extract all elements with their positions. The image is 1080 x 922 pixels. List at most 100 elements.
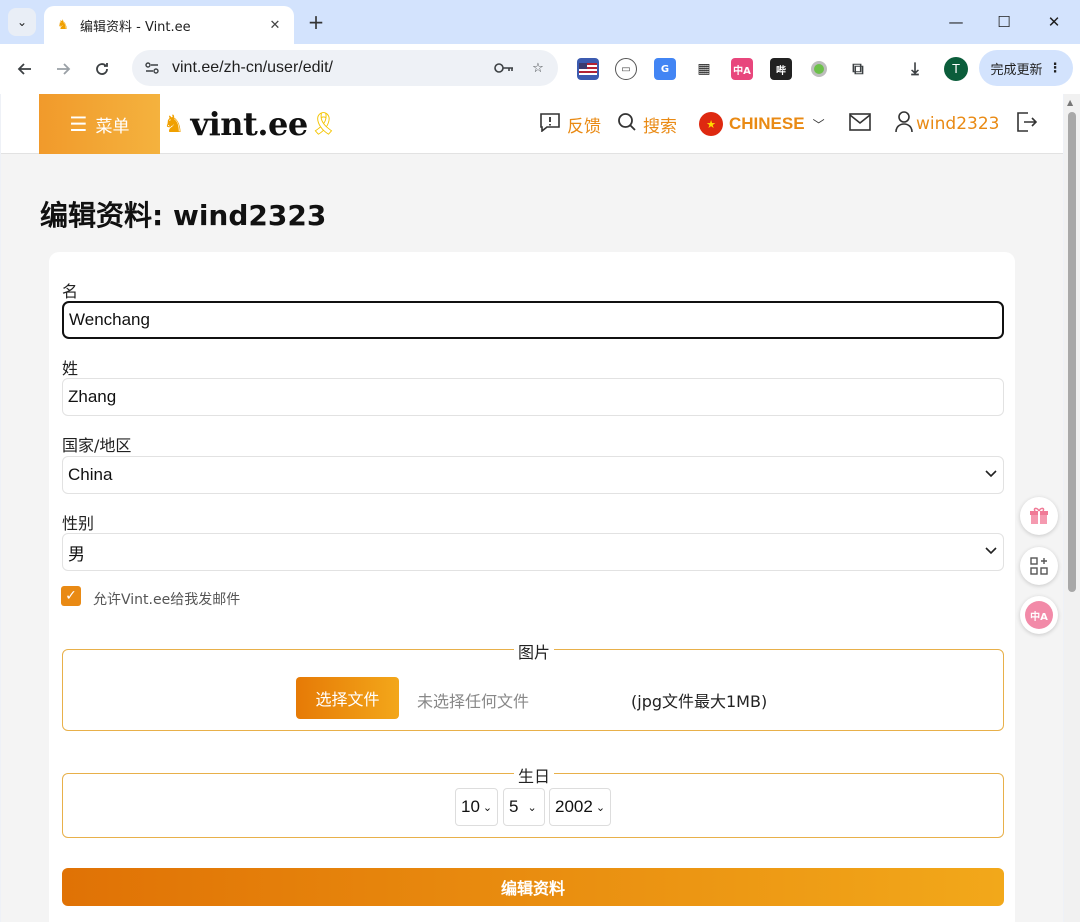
dictionary-extension-icon[interactable]: 中A — [731, 58, 753, 80]
feedback-link[interactable]: 反馈 — [539, 110, 601, 138]
logout-icon — [1015, 111, 1038, 138]
chevron-down-icon: ⌄ — [527, 801, 537, 814]
search-link[interactable]: 搜索 — [617, 110, 677, 138]
first-name-value: Wenchang — [69, 310, 150, 329]
maximize-button[interactable]: ☐ — [989, 8, 1019, 36]
email-consent-checkbox[interactable]: ✓ — [61, 586, 81, 606]
active-tab[interactable]: ♞ 编辑资料 - Vint.ee ✕ — [44, 6, 294, 44]
update-button[interactable]: 完成更新 ⋮ — [979, 50, 1073, 86]
apps-grid-icon[interactable] — [1020, 547, 1058, 585]
no-file-chosen-text: 未选择任何文件 — [417, 692, 530, 711]
translate-extension-icon[interactable]: G — [654, 58, 676, 80]
puzzle-extensions-icon[interactable]: ⧉ — [847, 58, 869, 80]
birth-day-value: 5 — [509, 797, 519, 816]
chevron-down-icon: ⌄ — [595, 801, 606, 814]
tab-strip: ⌄ ♞ 编辑资料 - Vint.ee ✕ + — ☐ ✕ — [0, 0, 1080, 44]
logo-text: vint.ee — [190, 105, 309, 143]
site-header: ☰ 菜单 ♞ vint.ee 🎗 反馈 搜索 ★ CHINESE ﹀ wind2… — [1, 94, 1063, 154]
page-scrollbar[interactable]: ▲ — [1064, 94, 1080, 922]
arrow-left-icon — [17, 63, 31, 75]
country-select[interactable]: China — [62, 456, 1004, 494]
close-icon[interactable]: ✕ — [266, 16, 284, 34]
gender-label: 性别 — [62, 514, 95, 533]
gender-select[interactable]: 男 — [62, 533, 1004, 571]
language-label: CHINESE — [729, 114, 805, 133]
page-viewport: ☰ 菜单 ♞ vint.ee 🎗 反馈 搜索 ★ CHINESE ﹀ wind2… — [1, 94, 1063, 922]
language-selector[interactable]: ★ CHINESE ﹀ — [699, 110, 825, 138]
checkmark-icon: ✓ — [65, 588, 77, 604]
tab-search-button[interactable]: ⌄ — [8, 8, 36, 36]
messages-link[interactable] — [849, 110, 877, 138]
us-flag-extension-icon[interactable] — [577, 58, 599, 80]
menu-button[interactable]: ☰ 菜单 — [39, 94, 160, 154]
minimize-button[interactable]: — — [941, 8, 971, 36]
bilibili-extension-icon[interactable]: 哔 — [770, 58, 792, 80]
ribbon-icon: 🎗 — [309, 111, 338, 137]
address-bar[interactable]: vint.ee/zh-cn/user/edit/ ☆ — [132, 50, 558, 86]
chevron-down-icon — [985, 467, 997, 481]
country-value: China — [68, 465, 113, 484]
username-label: wind2323 — [916, 114, 1000, 134]
file-size-hint: (jpg文件最大1MB) — [631, 692, 768, 711]
translate-widget-icon[interactable]: 中A — [1020, 596, 1058, 634]
reload-icon — [96, 63, 108, 75]
scrollbar-thumb[interactable] — [1068, 112, 1076, 592]
vintee-favicon-icon: ♞ — [57, 17, 69, 33]
update-label: 完成更新 — [990, 62, 1043, 78]
china-flag-icon: ★ — [699, 112, 723, 136]
email-consent-label: 允许Vint.ee给我发邮件 — [93, 592, 241, 608]
logout-button[interactable] — [1015, 110, 1043, 138]
user-icon — [895, 110, 913, 138]
last-name-label: 姓 — [62, 359, 79, 378]
search-icon — [617, 112, 637, 137]
page-title: 编辑资料: wind2323 — [40, 199, 327, 232]
more-vertical-icon: ⋮ — [1048, 60, 1062, 76]
hamburger-icon: ☰ — [69, 112, 88, 136]
birth-year-select[interactable]: 2002 ⌄ — [549, 788, 611, 826]
chevron-down-icon: ⌄ — [482, 801, 493, 814]
search-label: 搜索 — [643, 116, 677, 137]
country-label: 国家/地区 — [62, 436, 132, 455]
edit-profile-form: 名 Wenchang 姓 Zhang 国家/地区 China 性别 男 ✓ 允许… — [49, 252, 1015, 922]
chevron-down-icon: ⌄ — [16, 15, 28, 29]
picture-legend: 图片 — [63, 639, 1005, 663]
browser-toolbar: vint.ee/zh-cn/user/edit/ ☆ ▭ G ▦ 中A 哔 ⧉ … — [0, 44, 1080, 94]
birth-month-select[interactable]: 10 ⌄ — [455, 788, 498, 826]
green-dot-extension-icon[interactable] — [808, 58, 830, 80]
scroll-up-arrow-icon[interactable]: ▲ — [1067, 98, 1073, 107]
site-settings-icon[interactable] — [142, 58, 162, 78]
tab-title: 编辑资料 - Vint.ee — [80, 19, 191, 35]
arrow-right-icon — [57, 63, 71, 75]
chat-extension-icon[interactable]: ▭ — [615, 58, 637, 80]
new-tab-button[interactable]: + — [304, 10, 328, 34]
submit-edit-profile-button[interactable]: 编辑资料 — [62, 868, 1004, 906]
birth-year-value: 2002 — [555, 797, 593, 816]
reload-button[interactable] — [89, 56, 115, 82]
user-profile-link[interactable]: wind2323 — [895, 110, 999, 138]
download-icon[interactable]: ⤓ — [904, 58, 926, 80]
star-icon[interactable]: ☆ — [528, 58, 548, 78]
chevron-down-icon: ﹀ — [812, 117, 825, 132]
forward-button[interactable] — [50, 56, 76, 82]
url-text[interactable]: vint.ee/zh-cn/user/edit/ — [172, 59, 494, 77]
last-name-input[interactable]: Zhang — [62, 378, 1004, 416]
first-name-label: 名 — [62, 282, 79, 301]
choose-file-button[interactable]: 选择文件 — [296, 677, 399, 719]
window-close-button[interactable]: ✕ — [1039, 8, 1069, 36]
site-logo[interactable]: ♞ vint.ee 🎗 — [163, 102, 338, 146]
menu-label: 菜单 — [95, 116, 130, 137]
feedback-icon — [539, 112, 561, 137]
chess-knight-logo-icon: ♞ — [163, 110, 185, 138]
birthday-fieldset: 生日 10 ⌄ 5 ⌄ 2002 ⌄ — [62, 767, 1004, 838]
birthday-legend: 生日 — [63, 763, 1005, 787]
back-button[interactable] — [12, 56, 38, 82]
first-name-input[interactable]: Wenchang — [62, 301, 1004, 339]
feedback-label: 反馈 — [567, 116, 601, 137]
birth-day-select[interactable]: 5 ⌄ — [503, 788, 545, 826]
gender-value: 男 — [68, 544, 85, 564]
key-icon[interactable] — [494, 58, 514, 78]
profile-avatar[interactable]: T — [944, 57, 968, 81]
mail-icon — [849, 112, 871, 136]
qr-code-extension-icon[interactable]: ▦ — [693, 58, 715, 80]
gift-icon[interactable] — [1020, 497, 1058, 535]
